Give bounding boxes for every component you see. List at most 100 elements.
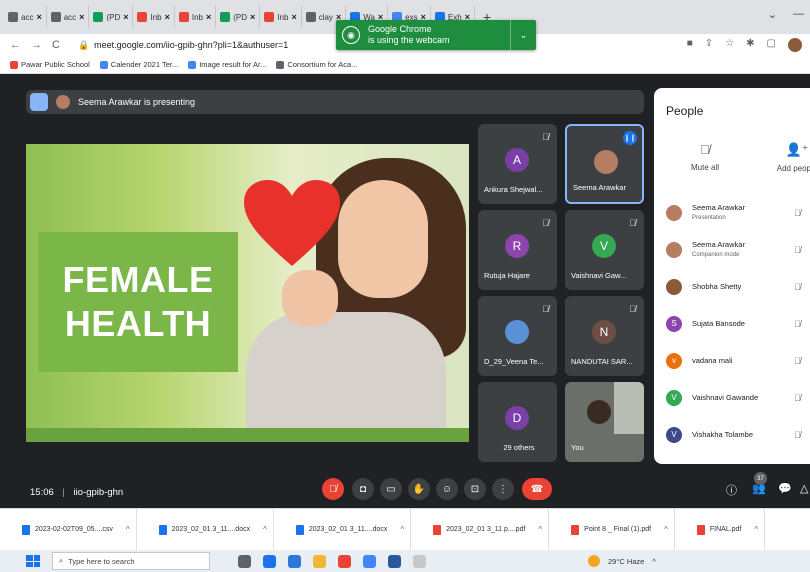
minimize-icon[interactable]: —: [793, 8, 804, 21]
close-icon[interactable]: ×: [79, 12, 84, 22]
edge-icon[interactable]: [263, 554, 276, 568]
people-list-item[interactable]: Seema Arawkar Presentation 🎙̸: [654, 194, 810, 231]
browser-tab[interactable]: acc ×: [47, 6, 90, 28]
layout-icon[interactable]: [30, 93, 48, 111]
add-people-button[interactable]: 👤⁺ Add people: [762, 142, 810, 173]
camera-indicator-icon[interactable]: ■: [687, 38, 693, 52]
people-list-item[interactable]: v vadana mali 🎙̸: [654, 342, 810, 379]
close-icon[interactable]: ×: [165, 12, 170, 22]
close-icon[interactable]: ×: [123, 12, 128, 22]
chevron-up-icon[interactable]: ^: [664, 525, 668, 534]
star-icon[interactable]: ☆: [725, 38, 734, 52]
camera-toggle-button[interactable]: ◘: [352, 478, 374, 500]
bookmark-item[interactable]: Pawar Public School: [10, 60, 90, 69]
download-item[interactable]: 2023_02_01 3_11 p....pdf ^: [411, 508, 550, 551]
mute-all-button[interactable]: 🎙̸ Mute all: [670, 142, 740, 172]
participant-tile[interactable]: 🎙̸ V Vaishnavi Gaw...: [565, 210, 644, 290]
app-icon[interactable]: [413, 554, 426, 568]
mic-toggle-button[interactable]: 🎙̸: [322, 478, 344, 500]
chevron-up-icon[interactable]: ^: [754, 525, 758, 534]
others-tile[interactable]: D 29 others: [478, 382, 557, 462]
participant-tile[interactable]: 🎙̸ R Rutuja Hajare: [478, 210, 557, 290]
browser-tab[interactable]: acc ×: [4, 6, 47, 28]
present-button[interactable]: ⊡: [464, 478, 486, 500]
emoji-button[interactable]: ☺: [436, 478, 458, 500]
close-icon[interactable]: ×: [291, 12, 296, 22]
browser-tab[interactable]: Inb ×: [260, 6, 302, 28]
browser-tab[interactable]: (PD ×: [216, 6, 261, 28]
mic-off-icon[interactable]: 🎙̸: [794, 356, 801, 366]
word-icon[interactable]: [388, 554, 401, 568]
activities-icon[interactable]: △: [800, 482, 808, 495]
chevron-down-icon[interactable]: ⌄: [510, 20, 536, 50]
people-list-item[interactable]: V Vishakha Tolambe 🎙̸: [654, 416, 810, 453]
taskbar-search[interactable]: ⌕ Type here to search: [52, 552, 210, 570]
tab-search-icon[interactable]: ⌄: [768, 8, 777, 21]
forward-icon[interactable]: →: [31, 39, 42, 51]
people-list-item[interactable]: Seema Arawkar Companion mode 🎙̸: [654, 231, 810, 268]
more-options-button[interactable]: ⋮: [492, 478, 514, 500]
back-icon[interactable]: ←: [10, 39, 21, 51]
download-item[interactable]: 2023-02-02T09_05....csv ^: [0, 508, 137, 551]
chevron-up-icon[interactable]: ^: [538, 525, 542, 534]
people-list-item[interactable]: S Sujata Bansode 🎙̸: [654, 305, 810, 342]
people-list-item[interactable]: Shobha Shetty 🎙̸: [654, 268, 810, 305]
meeting-info-icon[interactable]: ⓘ: [726, 482, 737, 498]
reload-icon[interactable]: C: [52, 39, 60, 51]
download-item[interactable]: Point 8 _ Final (1).pdf ^: [549, 508, 675, 551]
browser-tab[interactable]: Inb ×: [175, 6, 217, 28]
file-explorer-icon[interactable]: [313, 554, 326, 568]
mic-off-icon[interactable]: 🎙̸: [794, 245, 801, 255]
extensions-icon[interactable]: ✱: [746, 38, 754, 52]
favicon-icon: [188, 60, 197, 69]
mic-off-icon[interactable]: 🎙̸: [794, 208, 801, 218]
chevron-up-icon[interactable]: ^: [400, 525, 404, 534]
mic-off-icon[interactable]: 🎙̸: [794, 430, 801, 440]
chrome-icon[interactable]: [338, 554, 351, 568]
bookmark-item[interactable]: Image result for Ar...: [188, 60, 266, 69]
browser-tab[interactable]: Inb ×: [133, 6, 175, 28]
participant-tile[interactable]: 🎙̸ A Ankura Shejwal...: [478, 124, 557, 204]
mic-off-icon[interactable]: 🎙̸: [794, 282, 801, 292]
file-icon: [22, 524, 30, 535]
download-item[interactable]: FINAL.pdf ^: [675, 508, 766, 551]
mic-off-icon[interactable]: 🎙̸: [794, 319, 801, 329]
file-icon: [158, 524, 167, 535]
url-field[interactable]: 🔒 meet.google.com/iio-gpib-ghn?pli=1&auth…: [78, 40, 288, 51]
store-icon[interactable]: [288, 554, 301, 568]
close-icon[interactable]: ×: [206, 12, 211, 22]
download-item[interactable]: 2023_02_01 3_11....docx ^: [137, 508, 274, 551]
mic-off-icon[interactable]: 🎙̸: [794, 393, 801, 403]
browser-tab[interactable]: (PD ×: [89, 6, 134, 28]
sidepanel-icon[interactable]: ▢: [767, 38, 776, 52]
participant-tile[interactable]: 🎙̸ N NANDUTAI SAR...: [565, 296, 644, 376]
participant-tile[interactable]: ❙❙ Seema Arawkar: [565, 124, 644, 204]
speaking-icon: ❙❙: [623, 131, 637, 145]
tray-chevron-icon[interactable]: ^: [652, 557, 656, 566]
raise-hand-button[interactable]: ✋: [408, 478, 430, 500]
close-icon[interactable]: ×: [36, 12, 41, 22]
close-icon[interactable]: ×: [250, 12, 255, 22]
download-item[interactable]: 2023_02_01 3_11....docx ^: [274, 508, 412, 551]
captions-button[interactable]: ▭: [380, 478, 402, 500]
self-tile[interactable]: You: [565, 382, 644, 462]
chevron-up-icon[interactable]: ^: [126, 525, 130, 534]
participant-tile[interactable]: 🎙̸ D_29_Veena Te...: [478, 296, 557, 376]
avatar: V: [666, 389, 682, 406]
webcam-notification[interactable]: ◉ Google Chrome is using the webcam ⌄: [336, 20, 536, 50]
chevron-up-icon[interactable]: ^: [263, 525, 267, 534]
share-icon[interactable]: ⇪: [705, 38, 713, 52]
weather-text[interactable]: 29°C Haze: [608, 557, 644, 566]
bookmark-item[interactable]: Consortium for Aca...: [276, 60, 357, 69]
chat-icon[interactable]: 💬: [778, 482, 792, 495]
slide-title-line2: HEALTH: [64, 303, 212, 344]
windows-start-icon[interactable]: [26, 555, 40, 567]
people-button[interactable]: 37 👥: [752, 472, 767, 495]
search-icon: ⌕: [59, 556, 64, 565]
leave-call-button[interactable]: ☎: [522, 478, 552, 500]
bookmark-item[interactable]: Calender 2021 Ter...: [99, 60, 178, 69]
app-icon[interactable]: [363, 554, 376, 568]
avatar[interactable]: [788, 38, 802, 52]
people-list-item[interactable]: V Vaishnavi Gawande 🎙̸: [654, 379, 810, 416]
task-view-icon[interactable]: [238, 554, 251, 568]
